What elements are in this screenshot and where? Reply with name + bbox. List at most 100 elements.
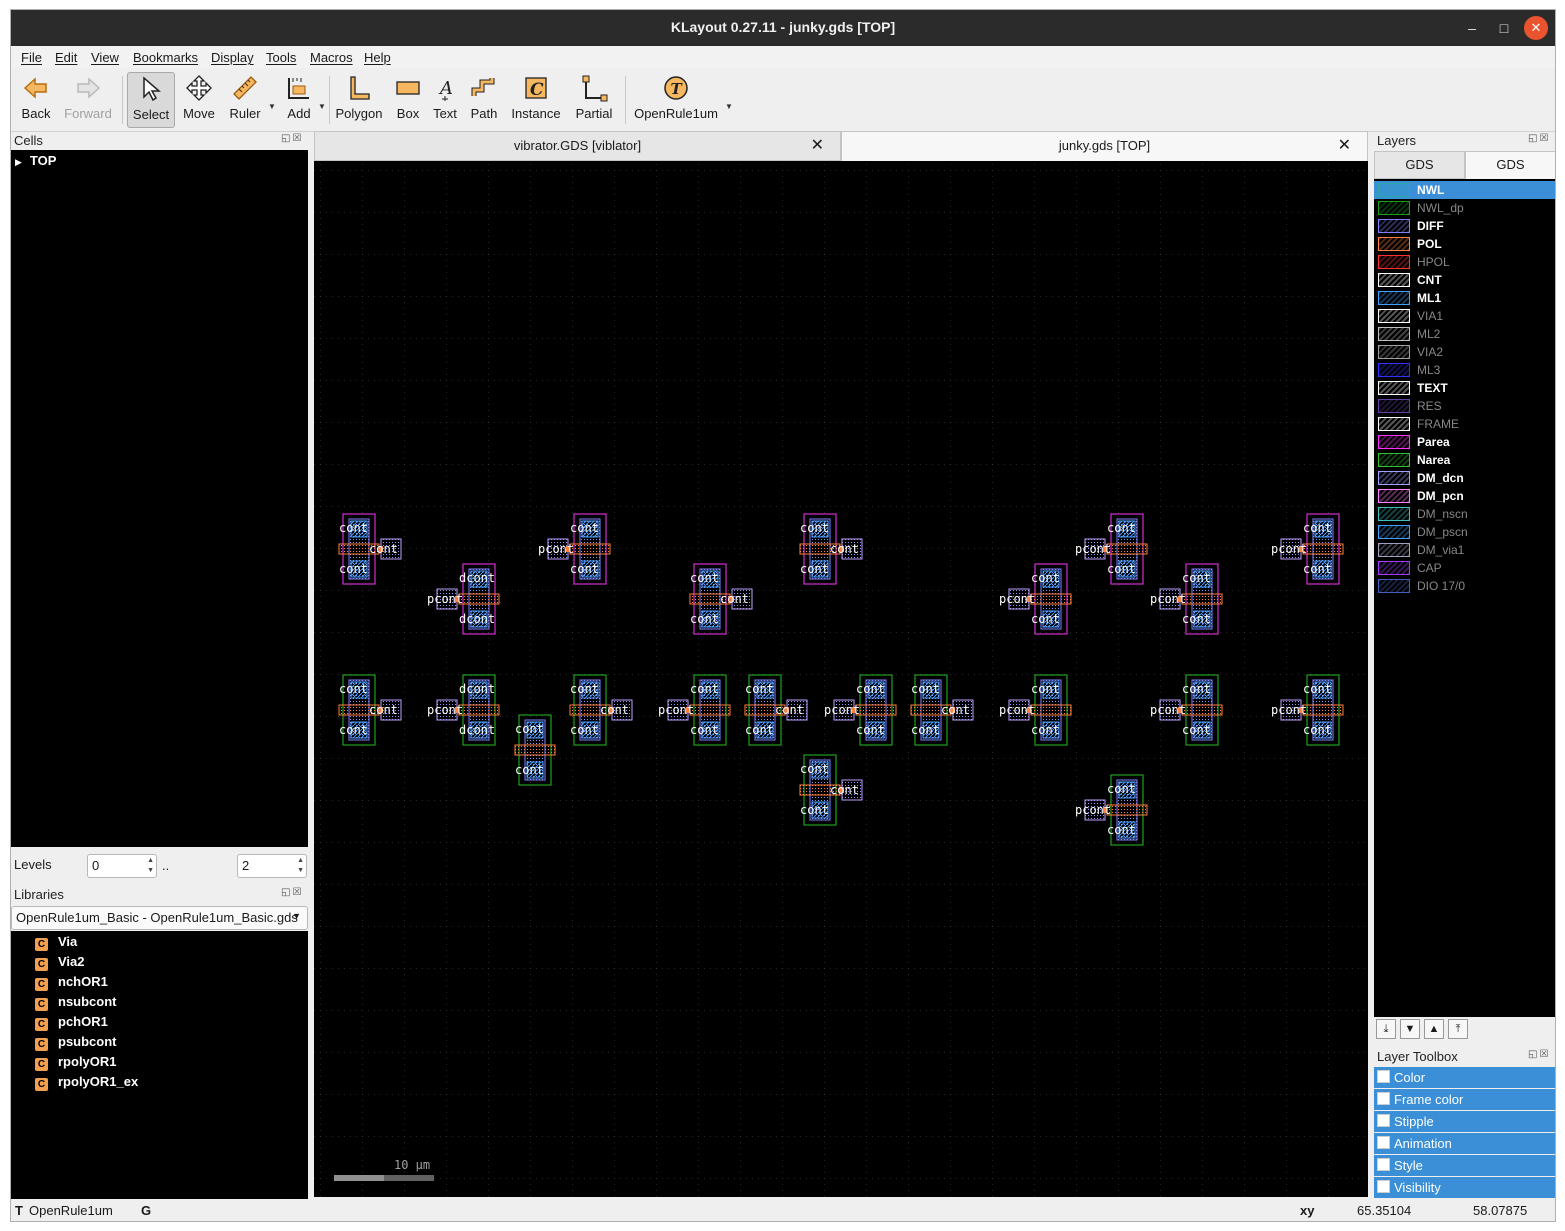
layers-tab-gds-2[interactable]: GDS — [1465, 151, 1555, 179]
layer-row[interactable]: Narea — [1374, 451, 1555, 469]
library-item[interactable]: CrpolyOR1 — [35, 1054, 117, 1071]
layer-row[interactable]: VIA2 — [1374, 343, 1555, 361]
ruler-tool-button[interactable]: Ruler — [225, 72, 265, 128]
dock-float-close-icon[interactable]: ◱☒ — [1528, 133, 1550, 144]
layer-swatch[interactable] — [1378, 435, 1410, 449]
dock-float-close-icon[interactable]: ◱☒ — [281, 133, 303, 144]
layer-swatch[interactable] — [1378, 579, 1410, 593]
partial-tool-button[interactable]: Partial — [571, 72, 617, 128]
section-checkbox[interactable] — [1377, 1114, 1390, 1127]
layer-swatch[interactable] — [1378, 327, 1410, 341]
layers-tab-gds-1[interactable]: GDS — [1374, 151, 1465, 179]
layout-drawing[interactable]: contcontcontpcontdcontdcontpcontcontcont… — [314, 161, 1368, 1197]
toolbox-section[interactable]: Color — [1374, 1067, 1555, 1088]
text-tool-button[interactable]: A Text — [429, 72, 461, 128]
library-item[interactable]: C Via — [35, 934, 77, 951]
layer-row[interactable]: NWL — [1374, 181, 1555, 199]
section-checkbox[interactable] — [1377, 1180, 1390, 1193]
layer-swatch[interactable] — [1378, 255, 1410, 269]
move-tool-button[interactable]: Move — [179, 72, 219, 128]
menu-edit[interactable]: Edit — [55, 50, 77, 65]
maximize-button[interactable]: □ — [1492, 16, 1516, 40]
library-item[interactable]: CrpolyOR1_ex — [35, 1074, 138, 1091]
layer-swatch[interactable] — [1378, 237, 1410, 251]
path-tool-button[interactable]: Path — [465, 72, 503, 128]
layer-row[interactable]: NWL_dp — [1374, 199, 1555, 217]
close-tab-icon[interactable]: ✕ — [811, 132, 824, 160]
library-select[interactable]: OpenRule1um_Basic - OpenRule1um_Basic.gd… — [11, 906, 308, 930]
layer-swatch[interactable] — [1378, 309, 1410, 323]
section-checkbox[interactable] — [1377, 1070, 1390, 1083]
layer-swatch[interactable] — [1378, 291, 1410, 305]
layer-swatch[interactable] — [1378, 399, 1410, 413]
layer-row[interactable]: ML2 — [1374, 325, 1555, 343]
levels-to-spinbox[interactable]: 2 ▲ ▼ — [237, 854, 307, 878]
move-to-top-icon[interactable]: ⤒ — [1448, 1019, 1468, 1039]
library-item[interactable]: CpchOR1 — [35, 1014, 108, 1031]
instance-tool-button[interactable]: C Instance — [509, 72, 563, 128]
polygon-tool-button[interactable]: Polygon — [333, 72, 385, 128]
section-checkbox[interactable] — [1377, 1136, 1390, 1149]
layer-row[interactable]: DM_dcn — [1374, 469, 1555, 487]
tab-vibrator[interactable]: vibrator.GDS [viblator] ✕ — [314, 131, 841, 161]
layer-row[interactable]: CNT — [1374, 271, 1555, 289]
layer-row[interactable]: CAP — [1374, 559, 1555, 577]
layer-row[interactable]: Parea — [1374, 433, 1555, 451]
expand-arrow-icon[interactable]: ▶ — [15, 157, 22, 167]
move-down-icon[interactable]: ▼ — [1400, 1019, 1420, 1039]
ruler-dropdown-icon[interactable]: ▼ — [268, 102, 276, 111]
levels-from-spinbox[interactable]: 0 ▲ ▼ — [87, 854, 157, 878]
layer-row[interactable]: RES — [1374, 397, 1555, 415]
layer-row[interactable]: FRAME — [1374, 415, 1555, 433]
layer-swatch[interactable] — [1378, 471, 1410, 485]
toolbox-section[interactable]: Stipple — [1374, 1111, 1555, 1132]
cell-row-top[interactable]: ▶ TOP — [15, 153, 56, 168]
layer-swatch[interactable] — [1378, 273, 1410, 287]
layer-row[interactable]: DIFF — [1374, 217, 1555, 235]
close-tab-icon[interactable]: ✕ — [1338, 132, 1351, 160]
add-tool-button[interactable]: Add — [279, 72, 319, 128]
tech-button[interactable]: T OpenRule1um — [631, 72, 721, 128]
forward-button[interactable]: Forward — [61, 72, 115, 128]
move-up-icon[interactable]: ▲ — [1424, 1019, 1444, 1039]
back-button[interactable]: Back — [17, 72, 55, 128]
library-item[interactable]: CnchOR1 — [35, 974, 108, 991]
toolbox-section[interactable]: Style — [1374, 1155, 1555, 1176]
tech-dropdown-icon[interactable]: ▼ — [725, 102, 733, 111]
spin-arrows-icon[interactable]: ▲ ▼ — [147, 856, 154, 876]
layer-swatch[interactable] — [1378, 543, 1410, 557]
layer-swatch[interactable] — [1378, 489, 1410, 503]
toolbox-section[interactable]: Animation — [1374, 1133, 1555, 1154]
layer-swatch[interactable] — [1378, 525, 1410, 539]
layer-swatch[interactable] — [1378, 363, 1410, 377]
layer-swatch[interactable] — [1378, 453, 1410, 467]
layer-swatch[interactable] — [1378, 201, 1410, 215]
select-tool-button[interactable]: Select — [127, 72, 175, 128]
toolbox-section[interactable]: Visibility — [1374, 1177, 1555, 1198]
add-dropdown-icon[interactable]: ▼ — [318, 102, 326, 111]
layer-row[interactable]: DM_pcn — [1374, 487, 1555, 505]
layer-swatch[interactable] — [1378, 381, 1410, 395]
move-to-bottom-icon[interactable]: ⤓ — [1376, 1019, 1396, 1039]
close-window-button[interactable]: ✕ — [1524, 16, 1548, 40]
layer-row[interactable]: DM_pscn — [1374, 523, 1555, 541]
spin-arrows-icon[interactable]: ▲ ▼ — [297, 856, 304, 876]
layer-row[interactable]: HPOL — [1374, 253, 1555, 271]
layer-swatch[interactable] — [1378, 183, 1410, 197]
layer-swatch[interactable] — [1378, 561, 1410, 575]
menu-display[interactable]: Display — [211, 50, 254, 65]
layer-row[interactable]: ML1 — [1374, 289, 1555, 307]
tab-junky[interactable]: junky.gds [TOP] ✕ — [841, 131, 1368, 161]
layer-row[interactable]: ML3 — [1374, 361, 1555, 379]
layer-swatch[interactable] — [1378, 507, 1410, 521]
dock-float-close-icon[interactable]: ◱☒ — [1528, 1049, 1550, 1060]
box-tool-button[interactable]: Box — [391, 72, 425, 128]
layer-row[interactable]: DIO 17/0 — [1374, 577, 1555, 595]
layer-swatch[interactable] — [1378, 417, 1410, 431]
layout-canvas[interactable]: cont cont cont pcont dcont dcont pcont cont cont… — [314, 161, 1368, 1197]
dock-float-close-icon[interactable]: ◱☒ — [281, 887, 303, 898]
section-checkbox[interactable] — [1377, 1158, 1390, 1171]
layer-row[interactable]: DM_via1 — [1374, 541, 1555, 559]
menu-help[interactable]: Help — [364, 50, 391, 65]
layer-row[interactable]: DM_nscn — [1374, 505, 1555, 523]
